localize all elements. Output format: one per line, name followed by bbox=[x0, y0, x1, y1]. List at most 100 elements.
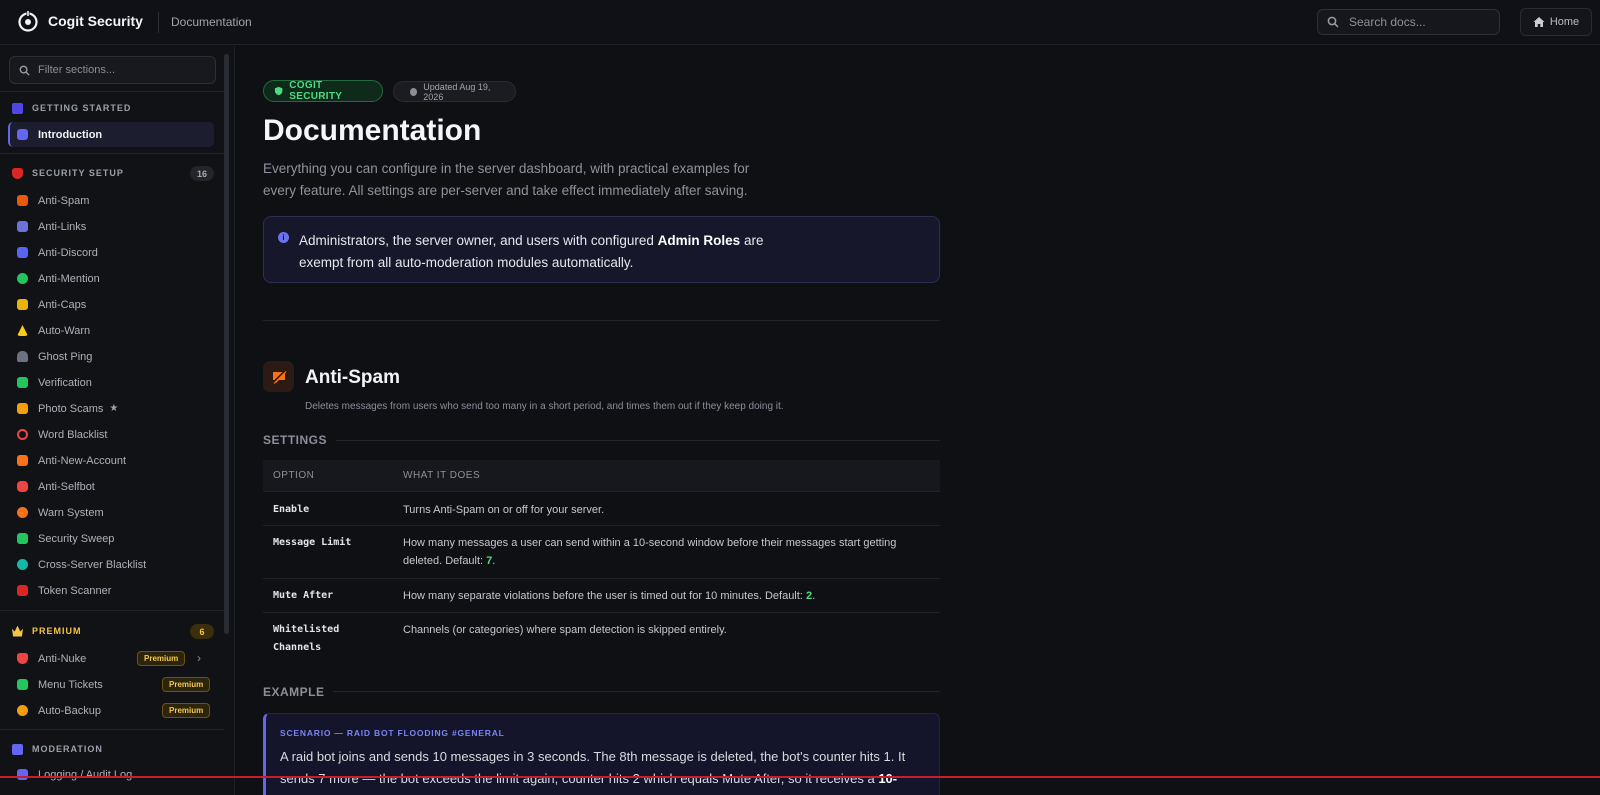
sidebar-item-label: Photo Scams bbox=[38, 402, 104, 415]
section-count-badge: 16 bbox=[190, 166, 214, 181]
section-title: SECURITY SETUP bbox=[32, 168, 124, 178]
column-header-description: WHAT IT DOES bbox=[403, 470, 481, 481]
table-row: Mute After How many separate violations … bbox=[263, 578, 940, 612]
chevron-right-icon[interactable]: › bbox=[197, 651, 201, 665]
sidebar-item-security-sweep[interactable]: Security Sweep bbox=[8, 526, 214, 551]
option-text: Turns Anti-Spam on or off for your serve… bbox=[403, 504, 605, 516]
sidebar-item-auto-warn[interactable]: Auto-Warn bbox=[8, 318, 214, 343]
sidebar-item-anti-caps[interactable]: Anti-Caps bbox=[8, 292, 214, 317]
sidebar-item-label: Word Blacklist bbox=[38, 428, 108, 441]
sidebar-item-anti-spam[interactable]: Anti-Spam bbox=[8, 188, 214, 213]
discord-icon bbox=[17, 247, 28, 258]
camera-icon bbox=[17, 403, 28, 414]
bot-icon bbox=[17, 481, 28, 492]
option-name: Whitelisted Channels bbox=[273, 624, 340, 653]
filter-sections-input[interactable]: Filter sections... bbox=[9, 56, 216, 84]
sidebar-item-label: Token Scanner bbox=[38, 584, 112, 597]
filter-placeholder: Filter sections... bbox=[38, 64, 116, 76]
sidebar-item-token-scanner[interactable]: Token Scanner bbox=[8, 578, 214, 603]
sidebar-item-anti-mention[interactable]: Anti-Mention bbox=[8, 266, 214, 291]
section-title: PREMIUM bbox=[32, 626, 82, 636]
sidebar-item-anti-discord[interactable]: Anti-Discord bbox=[8, 240, 214, 265]
globe-icon bbox=[17, 559, 28, 570]
premium-badge: Premium bbox=[137, 651, 186, 666]
sidebar-item-warn-system[interactable]: Warn System bbox=[8, 500, 214, 525]
sidebar-divider bbox=[0, 153, 224, 154]
moderation-icon bbox=[12, 743, 23, 755]
section-divider bbox=[263, 320, 940, 321]
backup-icon bbox=[17, 705, 28, 716]
brand-link[interactable]: Cogit Security bbox=[17, 10, 143, 32]
option-description: Channels (or categories) where spam dete… bbox=[403, 621, 940, 662]
home-icon bbox=[1533, 17, 1545, 27]
section-title: GETTING STARTED bbox=[32, 103, 132, 113]
callout-strong: Admin Roles bbox=[657, 233, 741, 248]
log-icon bbox=[17, 769, 28, 780]
page-title: Documentation bbox=[263, 114, 482, 147]
spam-icon bbox=[17, 195, 28, 206]
sidebar-item-label: Warn System bbox=[38, 506, 104, 519]
top-bar: Cogit Security Documentation Search docs… bbox=[0, 0, 1600, 45]
info-callout-text: Administrators, the server owner, and us… bbox=[299, 230, 769, 274]
search-input[interactable]: Search docs... bbox=[1317, 9, 1500, 35]
section-icon-box bbox=[263, 361, 294, 392]
home-button[interactable]: Home bbox=[1520, 8, 1592, 36]
sidebar-item-verification[interactable]: Verification bbox=[8, 370, 214, 395]
sidebar-item-label: Anti-Links bbox=[38, 220, 87, 233]
example-heading: EXAMPLE bbox=[263, 685, 325, 699]
option-text: How many messages a user can send within… bbox=[403, 537, 897, 567]
sidebar-item-logging-audit-log[interactable]: Logging / Audit Log bbox=[8, 762, 214, 787]
sidebar-item-word-blacklist[interactable]: Word Blacklist bbox=[8, 422, 214, 447]
info-icon: i bbox=[278, 232, 289, 243]
section-header-security-setup[interactable]: SECURITY SETUP bbox=[12, 166, 124, 180]
sidebar-item-label: Anti-Caps bbox=[38, 298, 87, 311]
ban-icon bbox=[17, 429, 28, 440]
sidebar-item-ghost-ping[interactable]: Ghost Ping bbox=[8, 344, 214, 369]
heading-rule bbox=[333, 691, 940, 692]
default-value: 2 bbox=[805, 590, 813, 602]
sidebar-item-introduction[interactable]: Introduction bbox=[8, 122, 214, 147]
option-description: Turns Anti-Spam on or off for your serve… bbox=[403, 501, 940, 525]
sidebar-divider bbox=[0, 729, 224, 730]
sidebar-item-label: Anti-New-Account bbox=[38, 454, 127, 467]
example-callout: SCENARIO — RAID BOT FLOODING #GENERAL A … bbox=[263, 713, 940, 795]
sidebar-item-label: Security Sweep bbox=[38, 532, 115, 545]
current-section-label: Documentation bbox=[171, 15, 252, 29]
option-name: Mute After bbox=[273, 590, 334, 601]
sidebar-item-label: Anti-Discord bbox=[38, 246, 98, 259]
heading-rule bbox=[336, 440, 940, 441]
warn-circle-icon bbox=[17, 507, 28, 518]
sidebar-item-label: Auto-Warn bbox=[38, 324, 91, 337]
sidebar-item-label: Introduction bbox=[38, 128, 103, 141]
star-icon: ★ bbox=[109, 403, 119, 414]
table-row: Message Limit How many messages a user c… bbox=[263, 525, 940, 578]
sidebar-scrollbar[interactable] bbox=[224, 54, 229, 634]
search-icon bbox=[19, 65, 30, 76]
sidebar-item-cross-server-blacklist[interactable]: Cross-Server Blacklist bbox=[8, 552, 214, 577]
section-header-moderation[interactable]: MODERATION bbox=[12, 742, 103, 756]
user-check-icon bbox=[17, 377, 28, 388]
key-icon bbox=[17, 585, 28, 596]
page-lead: Everything you can configure in the serv… bbox=[263, 161, 750, 198]
sidebar-item-label: Anti-Spam bbox=[38, 194, 90, 207]
section-header-getting-started[interactable]: GETTING STARTED bbox=[12, 101, 131, 115]
example-text: A raid bot joins and sends 10 messages i… bbox=[280, 746, 910, 795]
sidebar-item-label: Menu Tickets bbox=[38, 678, 103, 691]
section-count-badge: 6 bbox=[190, 624, 214, 639]
sidebar: Filter sections... GETTING STARTED Intro… bbox=[0, 46, 235, 795]
sidebar-item-anti-new-account[interactable]: Anti-New-Account bbox=[8, 448, 214, 473]
option-description: How many separate violations before the … bbox=[403, 590, 816, 602]
sidebar-divider bbox=[0, 91, 224, 92]
sidebar-item-photo-scams[interactable]: Photo Scams ★ bbox=[8, 396, 214, 421]
sidebar-item-anti-links[interactable]: Anti-Links bbox=[8, 214, 214, 239]
caps-icon bbox=[17, 299, 28, 310]
warning-icon bbox=[17, 325, 28, 336]
sweep-icon bbox=[17, 533, 28, 544]
ghost-icon bbox=[17, 351, 28, 362]
sidebar-item-anti-selfbot[interactable]: Anti-Selfbot bbox=[8, 474, 214, 499]
option-description: How many messages a user can send within… bbox=[403, 537, 897, 567]
logo-icon bbox=[18, 10, 38, 32]
section-title: MODERATION bbox=[32, 744, 103, 754]
sidebar-item-label: Ghost Ping bbox=[38, 350, 93, 363]
section-header-premium[interactable]: PREMIUM bbox=[12, 624, 82, 638]
